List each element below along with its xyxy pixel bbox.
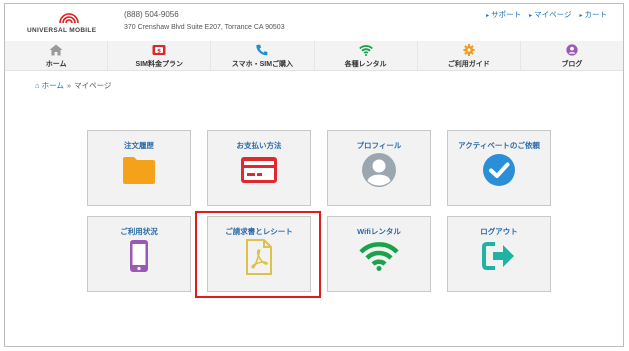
svg-text:$: $ bbox=[157, 48, 161, 54]
address: 370 Crenshaw Blvd Suite E207, Torrance C… bbox=[124, 24, 285, 31]
profile-icon bbox=[362, 153, 396, 187]
breadcrumb-home-label: ホーム bbox=[41, 81, 64, 90]
breadcrumb-home[interactable]: ⌂ ホーム bbox=[35, 81, 64, 90]
wifi-icon bbox=[358, 45, 373, 56]
top-links: サポート マイページ カート bbox=[486, 9, 607, 20]
tile-label: ログアウト bbox=[480, 227, 518, 236]
nav-item-sim-plan[interactable]: $ SIM料金プラン bbox=[108, 41, 212, 70]
credit-card-icon bbox=[241, 157, 277, 183]
tile-profile[interactable]: プロフィール bbox=[327, 130, 431, 206]
cart-link[interactable]: カート bbox=[579, 9, 608, 20]
tile-label: プロフィール bbox=[356, 141, 402, 150]
breadcrumb: ⌂ ホーム» マイページ bbox=[35, 80, 111, 91]
nav-label: ご利用ガイド bbox=[447, 61, 490, 68]
wifi-logo-icon bbox=[59, 13, 79, 24]
tile-logout[interactable]: ログアウト bbox=[447, 216, 551, 292]
tile-wifi-rental[interactable]: Wifiレンタル bbox=[327, 216, 431, 292]
mobile-phone-icon bbox=[130, 240, 148, 272]
nav-item-home[interactable]: ホーム bbox=[5, 41, 109, 70]
tile-label: アクティベートのご依頼 bbox=[458, 141, 540, 150]
tile-activation-request[interactable]: アクティベートのご依頼 bbox=[447, 130, 551, 206]
logout-icon bbox=[482, 242, 514, 270]
nav-item-phone-purchase[interactable]: スマホ・SIMご購入 bbox=[211, 41, 315, 70]
mypage-link[interactable]: マイページ bbox=[529, 9, 571, 20]
support-link[interactable]: サポート bbox=[486, 9, 521, 20]
nav-label: SIM料金プラン bbox=[135, 61, 183, 68]
nav-item-blog[interactable]: ブログ bbox=[521, 41, 623, 70]
tile-label: Wifiレンタル bbox=[357, 227, 401, 236]
browser-frame: UNIVERSAL MOBILE (888) 504-9056 370 Cren… bbox=[4, 3, 624, 347]
phone-number: (888) 504-9056 bbox=[124, 10, 179, 19]
nav-item-guide[interactable]: ご利用ガイド bbox=[418, 41, 521, 70]
tile-payment-method[interactable]: お支払い方法 bbox=[207, 130, 311, 206]
phone-icon bbox=[256, 44, 268, 56]
tile-label: 注文履歴 bbox=[124, 141, 154, 150]
home-icon bbox=[49, 44, 63, 56]
breadcrumb-separator: » bbox=[66, 81, 72, 90]
tile-label: ご利用状況 bbox=[120, 227, 158, 236]
highlight-box bbox=[195, 211, 321, 298]
wifi-icon bbox=[359, 242, 399, 271]
nav-label: スマホ・SIMご購入 bbox=[231, 61, 294, 68]
check-circle-icon bbox=[483, 154, 515, 186]
nav-label: ブログ bbox=[561, 61, 583, 68]
nav-label: ホーム bbox=[45, 61, 67, 68]
breadcrumb-current: マイページ bbox=[74, 81, 112, 90]
home-icon: ⌂ bbox=[35, 81, 40, 90]
tile-label: お支払い方法 bbox=[236, 141, 282, 150]
user-icon bbox=[566, 44, 578, 56]
folder-icon bbox=[123, 157, 155, 184]
nav-label: 各種レンタル bbox=[344, 61, 387, 68]
main-nav: ホーム $ SIM料金プラン スマホ・SIMご購入 各種レンタル ご利用ガイド … bbox=[5, 41, 623, 71]
brand-logo[interactable]: UNIVERSAL MOBILE bbox=[27, 12, 111, 38]
nav-item-rental[interactable]: 各種レンタル bbox=[315, 41, 418, 70]
tile-order-history[interactable]: 注文履歴 bbox=[87, 130, 191, 206]
sim-plan-icon: $ bbox=[152, 45, 166, 55]
brand-name: UNIVERSAL MOBILE bbox=[27, 27, 97, 34]
tile-usage-status[interactable]: ご利用状況 bbox=[87, 216, 191, 292]
gear-icon bbox=[463, 44, 475, 56]
